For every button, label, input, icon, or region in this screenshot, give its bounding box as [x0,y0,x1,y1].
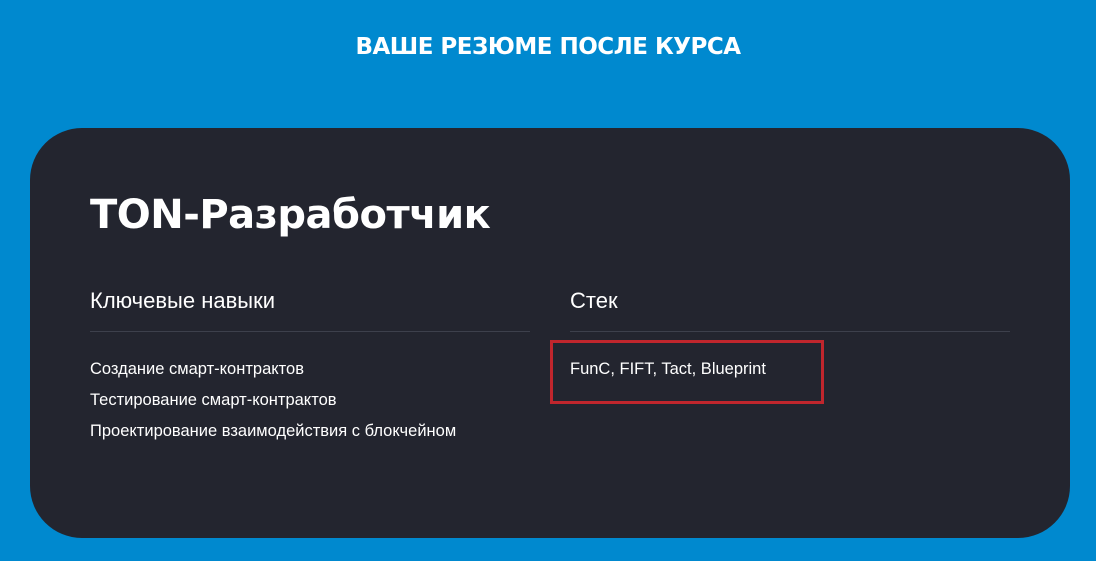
highlight-annotation-box [550,340,824,404]
skills-heading: Ключевые навыки [90,285,530,332]
skills-list: Создание смарт-контрактов Тестирование с… [90,354,530,447]
section-title: ВАШЕ РЕЗЮМЕ ПОСЛЕ КУРСА [355,34,741,60]
card-title: TON-Разработчик [90,192,491,238]
skill-item: Тестирование смарт-контрактов [90,391,337,409]
skill-item: Проектирование взаимодействия с блокчейн… [90,422,457,440]
skills-column: Ключевые навыки Создание смарт-контракто… [90,285,530,447]
skill-item: Создание смарт-контрактов [90,360,304,378]
stack-heading: Стек [570,285,1010,332]
resume-card: TON-Разработчик Ключевые навыки Создание… [30,128,1070,538]
